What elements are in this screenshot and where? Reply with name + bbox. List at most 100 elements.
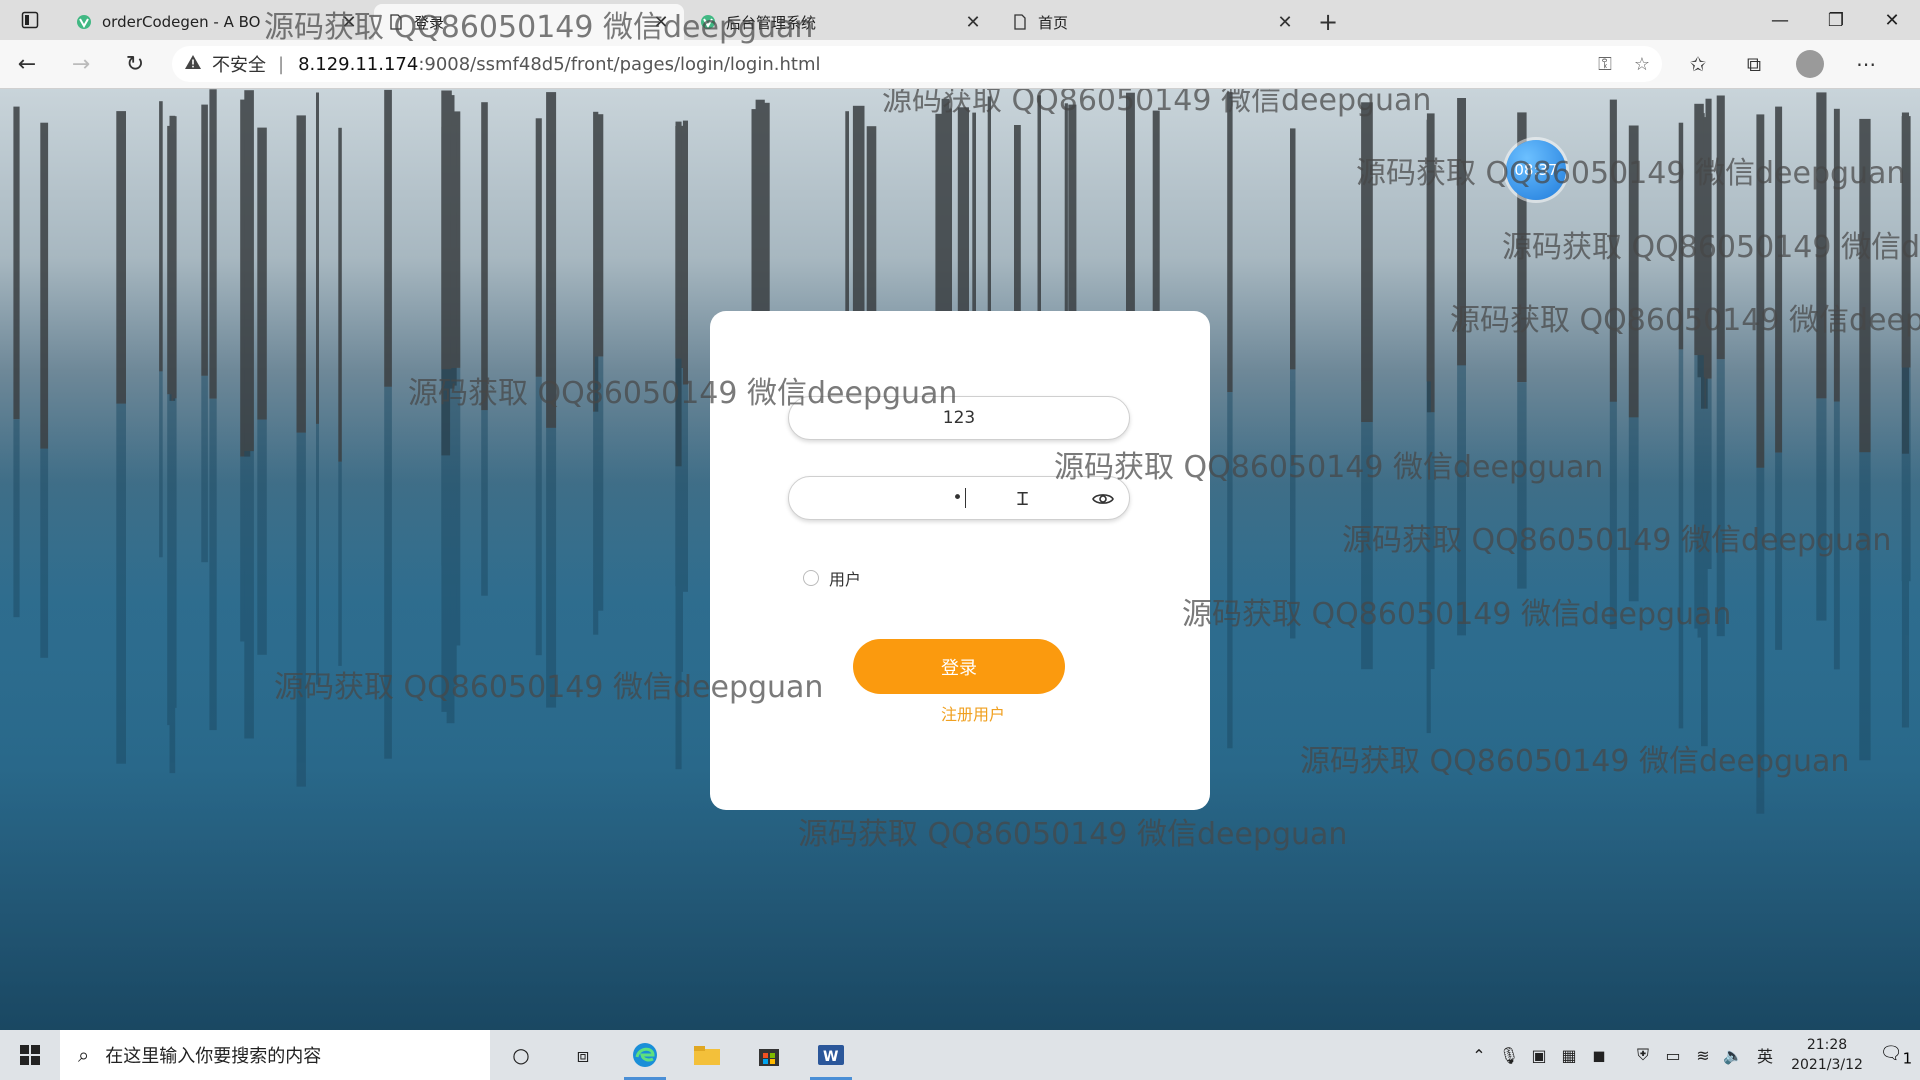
login-button[interactable]: 登录	[853, 639, 1065, 694]
tree-reflection	[316, 423, 319, 685]
reload-icon[interactable]: ↻	[108, 40, 162, 88]
tree-trunk	[594, 114, 604, 357]
watermark: 源码获取 QQ86050149 微信deepguan	[1356, 156, 1906, 191]
more-icon[interactable]: ⋯	[1838, 40, 1894, 88]
tree-trunk	[159, 101, 163, 372]
show-password-icon[interactable]	[1091, 487, 1115, 511]
watermark: 源码获取 QQ86050149 微信deepguan	[264, 10, 814, 45]
taskbar: ⌕ 在这里输入你要搜索的内容 ○ ⧈ W ⌃ 🎙 ▣ ▦ ◼ ⛨ ▭ ≋ 🔈 英…	[0, 1030, 1920, 1080]
windows-start-icon[interactable]	[0, 1030, 60, 1080]
address-bar[interactable]: 不安全 | 8.129.11.174 :9008/ssmf48d5/front/…	[172, 46, 1662, 82]
tree-trunk	[201, 104, 208, 376]
close-window-icon[interactable]: ✕	[1864, 0, 1920, 40]
profile-avatar[interactable]	[1782, 40, 1838, 88]
tree-reflection	[244, 451, 254, 739]
tray-app-icon[interactable]: ▣	[1524, 1046, 1554, 1065]
tree-trunk	[682, 120, 688, 385]
watermark: 源码获取 QQ86050149 微信deepguan	[798, 817, 1348, 852]
collections-icon[interactable]: ⧉	[1726, 40, 1782, 88]
tree-reflection	[40, 448, 49, 658]
close-icon[interactable]: ✕	[964, 12, 982, 33]
notification-icon[interactable]: 🗨1	[1872, 1043, 1920, 1068]
vue-icon	[76, 14, 92, 30]
tree-reflection	[116, 403, 126, 764]
tree-reflection	[682, 384, 688, 592]
tab-title: 首页	[1038, 13, 1069, 32]
tree-reflection	[159, 371, 163, 558]
address-separator: |	[278, 53, 285, 75]
tree-trunk	[296, 115, 306, 433]
login-page: 08:37 123 • Ꮖ 用户 登录 注册用户 源码获取 QQ86050149…	[0, 89, 1920, 1030]
role-option-user[interactable]: 用户	[803, 566, 861, 590]
tree-reflection	[1901, 367, 1911, 582]
tree-trunk	[535, 118, 542, 377]
password-value: •	[952, 488, 966, 508]
watermark: 源码获取 QQ86050149 微信deepguan	[1182, 597, 1732, 632]
tree-trunk	[338, 127, 342, 462]
text-caret	[964, 488, 966, 508]
wifi-icon[interactable]: ≋	[1688, 1046, 1718, 1065]
close-icon[interactable]: ✕	[1276, 12, 1294, 33]
url-path: :9008/ssmf48d5/front/pages/login/login.h…	[418, 53, 821, 75]
watermark: 源码获取 QQ86050149 微信deepguan	[1450, 303, 1920, 338]
tree-reflection	[1628, 417, 1639, 602]
warning-icon	[184, 54, 202, 75]
word-icon[interactable]: W	[800, 1030, 862, 1080]
watermark: 源码获取 QQ86050149 微信deepguan	[882, 89, 1432, 118]
store-icon[interactable]	[738, 1030, 800, 1080]
watermark: 源码获取 QQ86050149 微信deepguan	[274, 670, 824, 705]
tree-trunk	[40, 122, 49, 449]
new-tab-button[interactable]: +	[1308, 4, 1348, 40]
tab-actions-button[interactable]	[0, 0, 60, 40]
forward-icon[interactable]: →	[54, 40, 108, 88]
tree-reflection	[481, 410, 488, 596]
task-view-icon[interactable]: ⧈	[552, 1030, 614, 1080]
tree-reflection	[169, 400, 176, 774]
security-shield-icon[interactable]: ⛨	[1628, 1045, 1658, 1065]
page-icon	[1012, 14, 1028, 30]
favorites-icon[interactable]: ✩	[1670, 40, 1726, 88]
cortana-icon[interactable]: ○	[490, 1030, 552, 1080]
nvidia-icon[interactable]: ◼	[1584, 1046, 1614, 1065]
tree-trunk	[244, 90, 254, 452]
microphone-icon[interactable]: 🎙	[1494, 1046, 1524, 1065]
tab-actions-icon	[21, 11, 39, 29]
minimize-icon[interactable]: —	[1752, 0, 1808, 40]
tree-reflection	[1816, 398, 1827, 621]
tree-reflection	[13, 419, 20, 618]
clock-date: 2021/3/12	[1791, 1057, 1863, 1073]
back-icon[interactable]: ←	[0, 40, 54, 88]
tree-trunk	[116, 111, 126, 404]
key-icon[interactable]: ⚿	[1598, 54, 1612, 75]
watermark: 源码获取 QQ86050149 微信deepguan	[1054, 450, 1604, 485]
svg-text:W: W	[823, 1049, 838, 1065]
edge-browser-icon[interactable]	[614, 1030, 676, 1080]
password-mask: •	[952, 488, 963, 508]
tree-reflection	[209, 398, 217, 731]
add-favorite-icon[interactable]: ☆	[1634, 54, 1650, 75]
watermark: 源码获取 QQ86050149 微信deepguan	[1342, 523, 1892, 558]
watermark: 源码获取 QQ86050149 微信deepguan	[1502, 230, 1920, 265]
security-label[interactable]: 不安全	[212, 51, 266, 77]
tree-reflection	[1694, 355, 1704, 629]
radio-button[interactable]	[803, 570, 819, 586]
tree-trunk	[481, 102, 488, 411]
chevron-up-icon[interactable]: ⌃	[1464, 1046, 1494, 1065]
taskbar-clock[interactable]: 21:28 2021/3/12	[1782, 1035, 1872, 1075]
tree-trunk	[1227, 92, 1233, 393]
notification-count: 1	[1902, 1049, 1913, 1068]
window-controls: — ❐ ✕	[1752, 0, 1920, 40]
file-explorer-icon[interactable]	[676, 1030, 738, 1080]
restore-icon[interactable]: ❐	[1808, 0, 1864, 40]
volume-icon[interactable]: 🔈	[1718, 1046, 1748, 1065]
tree-trunk	[169, 115, 176, 401]
taskbar-search[interactable]: ⌕ 在这里输入你要搜索的内容	[60, 1030, 490, 1080]
ime-indicator[interactable]: 英	[1748, 1043, 1782, 1067]
tab-home[interactable]: 首页 ✕	[998, 4, 1308, 40]
ibeam-cursor-icon: Ꮖ	[1017, 489, 1029, 510]
url-host: 8.129.11.174	[298, 53, 419, 75]
tree-trunk	[209, 89, 217, 399]
tray-app-icon[interactable]: ▦	[1554, 1046, 1584, 1065]
system-tray: ⌃ 🎙 ▣ ▦ ◼ ⛨ ▭ ≋ 🔈 英 21:28 2021/3/12 🗨1	[1464, 1030, 1920, 1080]
battery-icon[interactable]: ▭	[1658, 1046, 1688, 1065]
